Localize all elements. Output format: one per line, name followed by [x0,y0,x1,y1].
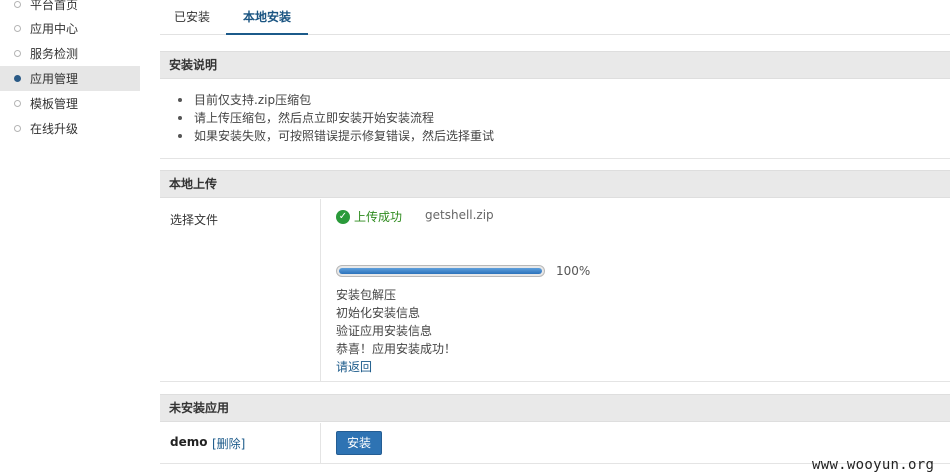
uninstalled-header: 未安装应用 [160,394,950,422]
column-divider [320,423,321,463]
delete-app-link[interactable]: [删除] [212,435,245,452]
sidebar-item-label: 平台首页 [30,0,79,12]
tab-installed[interactable]: 已安装 [168,0,216,35]
list-item: 如果安装失败，可按照错误提示修复错误，然后选择重试 [178,127,494,145]
instructions-header: 安装说明 [160,51,950,79]
list-item-text: 目前仅支持.zip压缩包 [194,93,312,107]
bullet-icon [178,134,182,138]
progress-fill [339,268,542,274]
instructions-list: 目前仅支持.zip压缩包 请上传压缩包，然后点立即安装开始安装流程 如果安装失败… [178,91,494,145]
bullet-icon [14,75,21,82]
install-button[interactable]: 安装 [336,431,382,455]
bullet-icon [14,100,21,107]
watermark: www.wooyun.org [812,457,935,473]
sidebar-item-app-management[interactable]: 应用管理 [0,66,140,91]
list-item: 请上传压缩包，然后点立即安装开始安装流程 [178,109,494,127]
sidebar-item-label: 服务检测 [30,47,79,61]
sidebar-item-app-center[interactable]: 应用中心 [0,16,140,41]
bullet-icon [178,98,182,102]
install-step: 初始化安装信息 [336,306,421,320]
bullet-icon [14,25,21,32]
list-item-text: 如果安装失败，可按照错误提示修复错误，然后选择重试 [194,129,495,143]
divider [160,158,950,159]
upload-status: ✓ 上传成功 [336,208,402,225]
divider [160,381,950,382]
upload-status-text: 上传成功 [354,210,403,224]
sidebar-item-label: 在线升级 [30,122,79,136]
bullet-icon [178,116,182,120]
install-step: 安装包解压 [336,288,397,302]
bullet-icon [14,125,21,132]
uploaded-filename: getshell.zip [425,208,494,222]
list-item: 目前仅支持.zip压缩包 [178,91,494,109]
tab-local-install[interactable]: 本地安装 [226,0,308,35]
sidebar-item-online-upgrade[interactable]: 在线升级 [0,116,140,141]
install-progress-bar [336,265,545,277]
progress-percent: 100% [556,264,591,278]
sidebar-item-label: 应用管理 [30,72,79,86]
sidebar-item-home[interactable]: 平台首页 [0,0,140,17]
tab-bar: 已安装 本地安装 [160,0,950,35]
sidebar-item-label: 应用中心 [30,22,79,36]
install-step: 验证应用安装信息 [336,324,433,338]
column-divider [320,199,321,382]
bullet-icon [14,50,21,57]
sidebar-item-service-check[interactable]: 服务检测 [0,41,140,66]
bullet-icon [14,1,21,8]
install-step: 恭喜！应用安装成功！ [336,342,457,356]
sidebar-item-label: 模板管理 [30,97,79,111]
file-label: 选择文件 [170,213,219,227]
app-name: demo [170,435,208,449]
upload-header: 本地上传 [160,170,950,198]
sidebar: 平台首页 应用中心 服务检测 应用管理 模板管理 在线升级 [0,0,140,475]
list-item-text: 请上传压缩包，然后点立即安装开始安装流程 [194,111,435,125]
back-link[interactable]: 请返回 [336,358,372,375]
sidebar-item-template-management[interactable]: 模板管理 [0,91,140,116]
check-circle-icon: ✓ [336,209,350,224]
